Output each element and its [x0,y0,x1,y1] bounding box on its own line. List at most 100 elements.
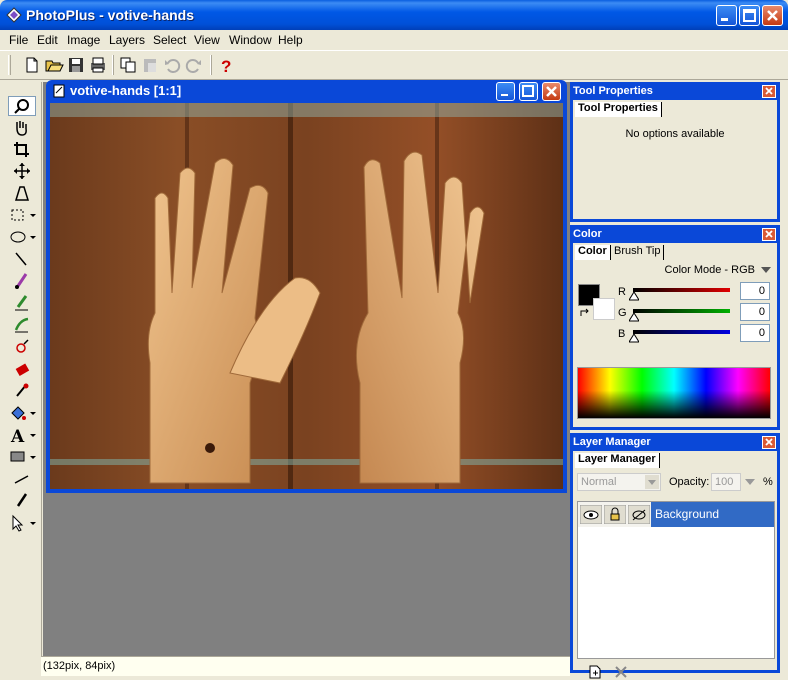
maximize-button[interactable] [739,5,760,26]
red-slider-thumb[interactable] [629,292,639,301]
fill-tool[interactable] [8,404,36,424]
node-edit-tool[interactable] [8,514,36,534]
ellipse-selection-icon [10,231,26,243]
text-tool[interactable]: A [8,426,36,447]
pencil-tool[interactable] [8,294,36,314]
close-button[interactable] [762,5,783,26]
tool-properties-close-button[interactable] [762,85,776,98]
document-minimize-button[interactable] [496,82,515,101]
toolbar-grip[interactable] [8,55,11,75]
tool-properties-panel: Tool Properties Tool Properties No optio… [570,82,780,222]
document-icon [53,84,65,98]
green-value-field[interactable]: 0 [740,303,770,321]
red-eye-tool[interactable] [8,338,36,358]
menu-image[interactable]: Image [67,33,100,47]
help-icon[interactable]: ? [216,55,236,75]
hand-tool[interactable] [8,118,36,138]
color-mode-label[interactable]: Color Mode - RGB [665,264,755,276]
photoplus-app-icon [6,7,22,23]
tab-tool-properties[interactable]: Tool Properties [575,102,662,117]
crop-tool[interactable] [8,140,36,160]
line-draw-tool[interactable] [8,470,36,490]
menu-help[interactable]: Help [278,33,303,47]
green-slider-thumb[interactable] [629,313,639,322]
delete-layer-icon[interactable] [613,664,629,680]
tools-toolbar: A [0,82,42,656]
menu-window[interactable]: Window [229,33,272,47]
eraser-tool[interactable] [8,360,36,380]
zoom-tool[interactable] [8,96,36,116]
move-tool[interactable] [8,162,36,182]
diagonal-line-icon [14,475,29,484]
line-tool[interactable] [8,250,36,270]
layer-name-background[interactable]: Background [651,502,774,527]
paintbrush-tool[interactable] [8,272,36,292]
blue-value-field[interactable]: 0 [740,324,770,342]
pen-tool[interactable] [8,492,36,512]
clone-tool[interactable] [8,316,36,336]
new-layer-icon[interactable] [587,664,603,680]
document-close-button[interactable] [542,82,561,101]
dropper-tool[interactable] [8,382,36,402]
blue-channel-label: B [618,328,626,340]
opacity-field[interactable]: 100 [711,473,741,491]
text-icon: A [10,427,25,447]
dropper-icon [16,383,29,397]
menu-edit[interactable]: Edit [37,33,58,47]
opacity-dropdown-icon[interactable] [745,479,755,486]
redo-icon[interactable] [184,55,204,75]
color-panel-close-button[interactable] [762,228,776,241]
red-slider[interactable] [633,288,730,292]
color-spectrum-picker[interactable] [577,367,771,419]
tab-brush-tip[interactable]: Brush Tip [611,245,665,260]
chevron-down-icon[interactable] [761,267,771,274]
new-file-icon[interactable] [22,55,42,75]
menu-select[interactable]: Select [153,33,186,47]
layer-manager-body: Layer Manager Normal Opacity: 100 % Back… [573,451,777,679]
open-file-icon[interactable] [44,55,64,75]
toolbar-separator [112,55,114,75]
tab-color[interactable]: Color [575,245,611,260]
blue-slider-thumb[interactable] [629,334,639,343]
save-icon[interactable] [66,55,86,75]
menu-view[interactable]: View [194,33,220,47]
paste-icon[interactable] [140,55,160,75]
deform-tool[interactable] [8,184,36,204]
lock-icon[interactable] [604,505,626,524]
green-slider[interactable] [633,309,730,313]
move-icon [14,163,30,179]
layer-row[interactable]: Background [578,502,774,527]
paintbrush-icon [15,273,28,289]
menu-layers[interactable]: Layers [109,33,145,47]
rectangle-selection-tool[interactable] [8,206,36,226]
red-value-field[interactable]: 0 [740,282,770,300]
visibility-eye-icon[interactable] [580,505,602,524]
layer-manager-close-button[interactable] [762,436,776,449]
ellipse-selection-tool[interactable] [8,228,36,248]
layer-mask-icon[interactable] [628,505,650,524]
close-icon [546,86,557,97]
document-maximize-button[interactable] [519,82,538,101]
menu-file[interactable]: File [9,33,28,47]
image-canvas[interactable] [50,103,563,489]
layer-manager-title: Layer Manager [573,436,651,448]
blend-mode-value: Normal [581,476,617,488]
rectangle-shape-icon [10,451,25,462]
pencil-icon [15,295,28,311]
minimize-button[interactable] [716,5,737,26]
opacity-label: Opacity: [669,476,710,488]
blend-mode-select[interactable]: Normal [577,473,661,491]
background-color-swatch[interactable] [593,298,615,320]
undo-icon[interactable] [162,55,182,75]
color-panel-title: Color [573,228,602,240]
document-window: votive-hands [1:1] [46,80,567,493]
window-title: PhotoPlus - votive-hands [26,7,195,23]
eraser-icon [15,363,30,376]
tab-layer-manager[interactable]: Layer Manager [575,453,660,468]
copy-icon[interactable] [118,55,138,75]
shape-tool[interactable] [8,448,36,468]
print-icon[interactable] [88,55,108,75]
swap-colors-icon[interactable] [580,308,590,318]
paint-bucket-icon [11,406,26,420]
blue-slider[interactable] [633,330,730,334]
